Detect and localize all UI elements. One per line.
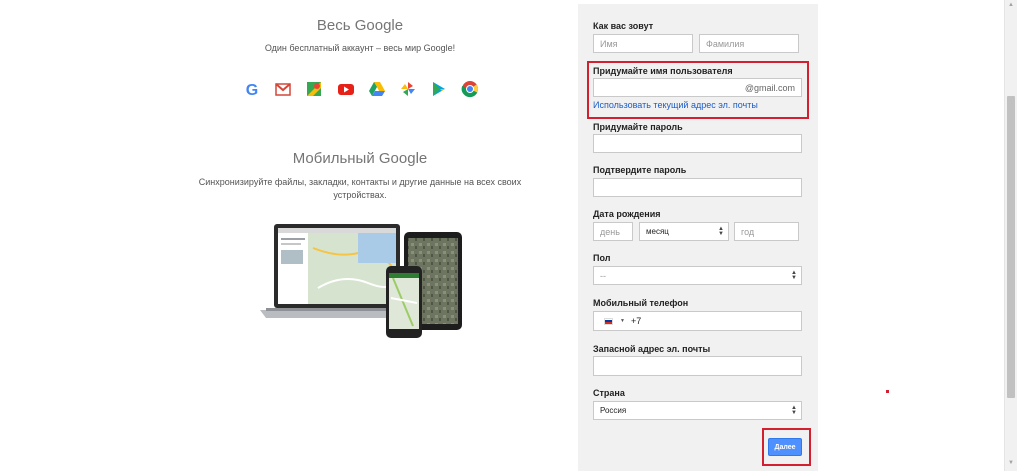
russia-flag-icon[interactable] bbox=[604, 317, 613, 325]
scroll-down-icon[interactable]: ▼ bbox=[1008, 460, 1014, 466]
page-scrollbar[interactable]: ▲ ▼ bbox=[1004, 0, 1017, 471]
country-label: Страна bbox=[593, 388, 625, 398]
photos-icon bbox=[399, 80, 417, 98]
country-select[interactable]: Россия ▲ ▼ bbox=[593, 401, 802, 420]
maps-icon bbox=[305, 80, 323, 98]
youtube-icon bbox=[337, 80, 355, 98]
drive-icon bbox=[368, 80, 386, 98]
confirm-password-input[interactable] bbox=[593, 178, 802, 197]
scroll-up-icon[interactable]: ▲ bbox=[1008, 2, 1014, 8]
gender-label: Пол bbox=[593, 253, 611, 263]
chrome-icon bbox=[461, 80, 479, 98]
birth-month-value: месяц bbox=[646, 227, 669, 236]
red-dot-marker bbox=[886, 390, 889, 393]
gender-value: -- bbox=[600, 270, 606, 281]
name-label: Как вас зовут bbox=[593, 21, 654, 31]
google-products-icons: G bbox=[243, 80, 493, 98]
scroll-thumb[interactable] bbox=[1007, 96, 1015, 398]
svg-text:G: G bbox=[246, 82, 258, 98]
password-label: Придумайте пароль bbox=[593, 122, 683, 132]
phone-prefix: +7 bbox=[630, 316, 642, 326]
promo-title-all-google: Весь Google bbox=[316, 17, 404, 34]
next-button-highlight-frame bbox=[762, 428, 811, 466]
select-arrows-icon: ▲ ▼ bbox=[718, 225, 724, 237]
promo-title-mobile-google: Мобильный Google bbox=[292, 150, 428, 167]
birthdate-label: Дата рождения bbox=[593, 209, 661, 219]
backup-email-label: Запасной адрес эл. почты bbox=[593, 344, 711, 354]
select-arrows-icon: ▲ ▼ bbox=[791, 269, 797, 281]
chevron-down-icon: ▼ bbox=[620, 318, 625, 324]
promo-subtitle-all-google: Один бесплатный аккаунт – весь мир Googl… bbox=[264, 43, 456, 53]
gender-select[interactable]: -- ▲ ▼ bbox=[593, 266, 802, 285]
first-name-input[interactable]: Имя bbox=[593, 34, 693, 53]
confirm-password-label: Подтвердите пароль bbox=[593, 165, 687, 175]
password-input[interactable] bbox=[593, 134, 802, 153]
phone-label: Мобильный телефон bbox=[593, 298, 689, 308]
country-value: Россия bbox=[600, 406, 627, 415]
birth-year-input[interactable]: год bbox=[734, 222, 799, 241]
devices-illustration bbox=[258, 218, 468, 340]
birth-month-select[interactable]: месяц ▲ ▼ bbox=[639, 222, 729, 241]
select-arrows-icon: ▲ ▼ bbox=[791, 404, 797, 416]
signup-page: Весь Google Один бесплатный аккаунт – ве… bbox=[0, 0, 1017, 471]
promo-subtitle-mobile-google: Синхронизируйте файлы, закладки, контакт… bbox=[198, 177, 522, 200]
gmail-icon bbox=[274, 80, 292, 98]
play-store-icon bbox=[430, 80, 448, 98]
backup-email-input[interactable] bbox=[593, 356, 802, 376]
birth-day-input[interactable]: день bbox=[593, 222, 633, 241]
google-g-icon: G bbox=[243, 80, 261, 98]
username-highlight-frame bbox=[587, 61, 809, 119]
phone-input[interactable]: ▼ +7 bbox=[593, 311, 802, 331]
last-name-input[interactable]: Фамилия bbox=[699, 34, 799, 53]
